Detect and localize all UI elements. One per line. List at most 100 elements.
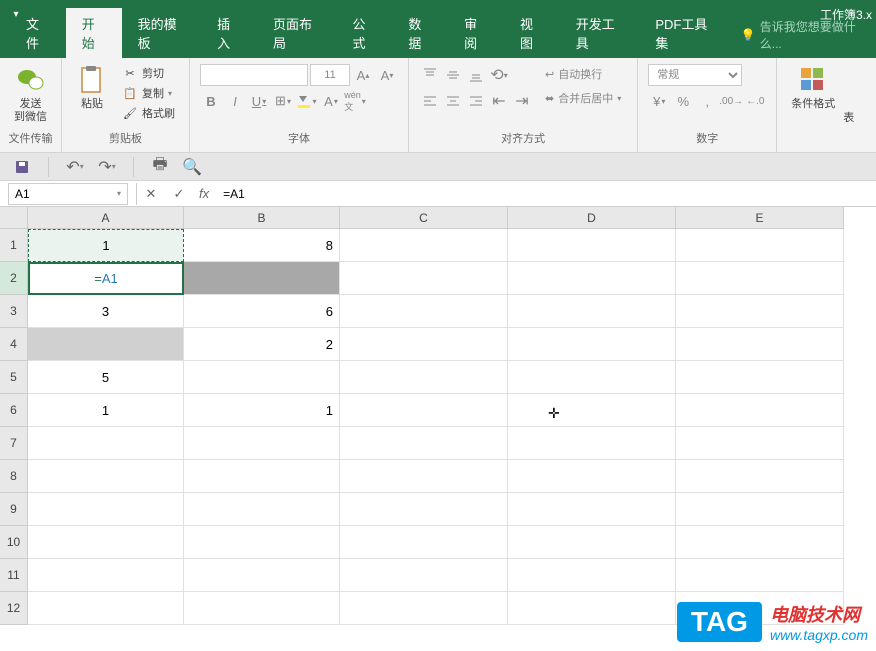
cell-A9[interactable] xyxy=(28,493,184,526)
row-header-11[interactable]: 11 xyxy=(0,559,28,592)
italic-button[interactable]: I xyxy=(224,90,246,112)
row-header-6[interactable]: 6 xyxy=(0,394,28,427)
cell-E2[interactable] xyxy=(676,262,844,295)
formula-input[interactable] xyxy=(215,183,876,205)
cell-D11[interactable] xyxy=(508,559,676,592)
fx-icon[interactable]: fx xyxy=(193,186,215,201)
align-left-button[interactable] xyxy=(419,90,441,112)
align-right-button[interactable] xyxy=(465,90,487,112)
cell-D12[interactable] xyxy=(508,592,676,625)
cell-B2[interactable] xyxy=(184,262,340,295)
cell-B10[interactable] xyxy=(184,526,340,559)
cell-B3[interactable]: 6 xyxy=(184,295,340,328)
cell-C11[interactable] xyxy=(340,559,508,592)
comma-button[interactable]: , xyxy=(696,90,718,112)
cell-A10[interactable] xyxy=(28,526,184,559)
cell-B6[interactable]: 1 xyxy=(184,394,340,427)
cell-A11[interactable] xyxy=(28,559,184,592)
cancel-formula-button[interactable]: ✕ xyxy=(137,183,165,205)
row-header-4[interactable]: 4 xyxy=(0,328,28,361)
redo-button[interactable]: ↷▾ xyxy=(95,156,119,178)
align-bottom-button[interactable] xyxy=(465,64,487,86)
send-wechat-button[interactable]: 发送 到微信 xyxy=(8,62,53,126)
menu-data[interactable]: 数据 xyxy=(392,8,448,58)
orientation-button[interactable]: ⟲▾ xyxy=(488,64,510,86)
copy-button[interactable]: 📋 复制▾ xyxy=(118,84,179,102)
cell-C1[interactable] xyxy=(340,229,508,262)
undo-button[interactable]: ↶▾ xyxy=(63,156,87,178)
menu-templates[interactable]: 我的模板 xyxy=(122,8,202,58)
decrease-font-button[interactable]: A▾ xyxy=(376,64,398,86)
font-name-select[interactable] xyxy=(200,64,308,86)
row-header-8[interactable]: 8 xyxy=(0,460,28,493)
column-header-E[interactable]: E xyxy=(676,207,844,229)
increase-indent-button[interactable]: ⇥ xyxy=(511,90,533,112)
cell-D6[interactable] xyxy=(508,394,676,427)
row-header-2[interactable]: 2 xyxy=(0,262,28,295)
cell-E10[interactable] xyxy=(676,526,844,559)
cell-A12[interactable] xyxy=(28,592,184,625)
cell-A2[interactable]: =A1 xyxy=(28,262,184,295)
row-header-1[interactable]: 1 xyxy=(0,229,28,262)
menu-pdf-tools[interactable]: PDF工具集 xyxy=(639,8,730,58)
cell-C3[interactable] xyxy=(340,295,508,328)
menu-view[interactable]: 视图 xyxy=(504,8,560,58)
cell-A4[interactable] xyxy=(28,328,184,361)
cell-C7[interactable] xyxy=(340,427,508,460)
cell-C6[interactable] xyxy=(340,394,508,427)
merge-center-button[interactable]: ⬌ 合并后居中▾ xyxy=(539,88,627,108)
align-top-button[interactable] xyxy=(419,64,441,86)
menu-review[interactable]: 审阅 xyxy=(448,8,504,58)
row-header-7[interactable]: 7 xyxy=(0,427,28,460)
cell-B9[interactable] xyxy=(184,493,340,526)
row-header-9[interactable]: 9 xyxy=(0,493,28,526)
row-header-3[interactable]: 3 xyxy=(0,295,28,328)
fill-color-button[interactable] xyxy=(296,90,318,112)
font-color-button[interactable]: A xyxy=(320,90,342,112)
confirm-formula-button[interactable]: ✓ xyxy=(165,183,193,205)
menu-file[interactable]: 文件 xyxy=(10,8,66,58)
cell-C8[interactable] xyxy=(340,460,508,493)
format-painter-button[interactable]: 🖌 格式刷 xyxy=(118,104,179,122)
cell-C2[interactable] xyxy=(340,262,508,295)
cell-A3[interactable]: 3 xyxy=(28,295,184,328)
cell-B7[interactable] xyxy=(184,427,340,460)
cell-E4[interactable] xyxy=(676,328,844,361)
cell-E3[interactable] xyxy=(676,295,844,328)
cut-button[interactable]: ✂ 剪切 xyxy=(118,64,179,82)
cell-B11[interactable] xyxy=(184,559,340,592)
cell-C9[interactable] xyxy=(340,493,508,526)
decrease-decimal-button[interactable]: ←.0 xyxy=(744,90,766,112)
increase-decimal-button[interactable]: .00→ xyxy=(720,90,742,112)
cell-D7[interactable] xyxy=(508,427,676,460)
cell-D2[interactable] xyxy=(508,262,676,295)
align-middle-button[interactable] xyxy=(442,64,464,86)
column-header-D[interactable]: D xyxy=(508,207,676,229)
cells-area[interactable]: 18=A1362511 xyxy=(28,229,844,649)
cell-B12[interactable] xyxy=(184,592,340,625)
cell-B4[interactable]: 2 xyxy=(184,328,340,361)
align-center-button[interactable] xyxy=(442,90,464,112)
cell-E9[interactable] xyxy=(676,493,844,526)
column-header-A[interactable]: A xyxy=(28,207,184,229)
print-preview-button[interactable]: 🔍 xyxy=(180,156,204,178)
wrap-text-button[interactable]: ↩ 自动换行 xyxy=(539,64,627,84)
print-button[interactable]: 🖶 xyxy=(148,156,172,178)
menu-insert[interactable]: 插入 xyxy=(201,8,257,58)
conditional-format-button[interactable]: 条件格式 xyxy=(785,62,841,113)
underline-button[interactable]: U xyxy=(248,90,270,112)
save-button[interactable] xyxy=(10,156,34,178)
cell-A6[interactable]: 1 xyxy=(28,394,184,427)
increase-font-button[interactable]: A▴ xyxy=(352,64,374,86)
menu-home[interactable]: 开始 xyxy=(66,8,122,58)
cell-B5[interactable] xyxy=(184,361,340,394)
border-button[interactable]: ⊞ xyxy=(272,90,294,112)
cell-D10[interactable] xyxy=(508,526,676,559)
number-format-select[interactable]: 常规 xyxy=(648,64,742,86)
column-header-B[interactable]: B xyxy=(184,207,340,229)
cell-E1[interactable] xyxy=(676,229,844,262)
menu-formulas[interactable]: 公式 xyxy=(337,8,393,58)
name-box[interactable]: A1 ▾ xyxy=(8,183,128,205)
row-header-5[interactable]: 5 xyxy=(0,361,28,394)
cell-B8[interactable] xyxy=(184,460,340,493)
